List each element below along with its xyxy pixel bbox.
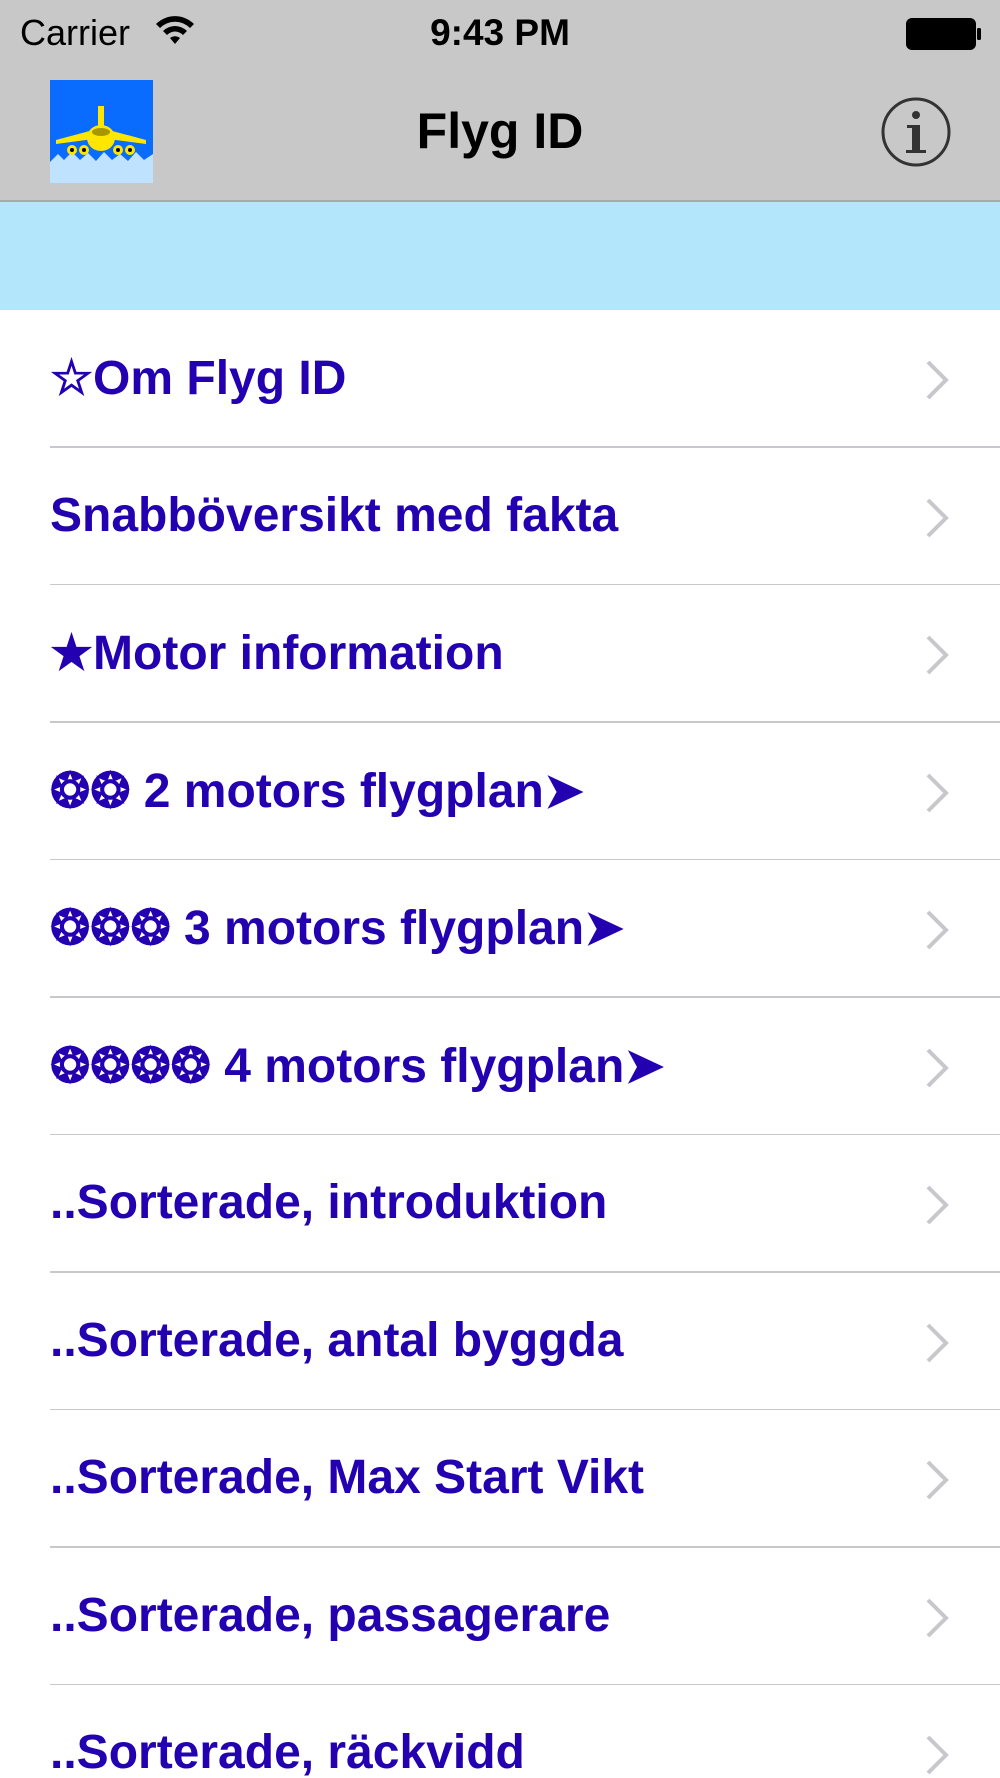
- menu-list: ☆Om Flyg ID Snabböversikt med fakta ★Mot…: [0, 310, 1000, 1778]
- navigation-bar: Flyg ID: [0, 70, 1000, 200]
- list-item-label: ❂❂ 2 motors flygplan➤: [50, 764, 585, 818]
- top-bar: Carrier 9:43 PM Flyg ID: [0, 0, 1000, 202]
- list-item-label: ..Sorterade, antal byggda: [50, 1313, 624, 1367]
- battery-icon: [906, 18, 981, 50]
- chevron-right-icon: [926, 360, 949, 400]
- list-item[interactable]: ☆Om Flyg ID: [0, 310, 1000, 448]
- list-item[interactable]: ..Sorterade, Max Start Vikt: [0, 1410, 1000, 1548]
- list-item[interactable]: ..Sorterade, introduktion: [0, 1135, 1000, 1273]
- status-time: 9:43 PM: [430, 12, 570, 53]
- chevron-right-icon: [926, 1185, 949, 1225]
- list-item-label: ❂❂❂❂ 4 motors flygplan➤: [50, 1039, 665, 1093]
- list-item-label: ❂❂❂ 3 motors flygplan➤: [50, 902, 625, 955]
- chevron-right-icon: [926, 1048, 949, 1087]
- banner-area: [0, 202, 1000, 310]
- list-item-label: Snabböversikt med fakta: [50, 488, 619, 542]
- chevron-right-icon: [926, 910, 949, 950]
- chevron-right-icon: [926, 1735, 949, 1775]
- page-title: Flyg ID: [416, 103, 584, 159]
- list-item[interactable]: ❂❂ 2 motors flygplan➤: [0, 723, 1000, 860]
- chevron-right-icon: [926, 1323, 949, 1362]
- list-item-label: ..Sorterade, introduktion: [50, 1176, 608, 1229]
- list-item-label: ☆Om Flyg ID: [50, 352, 347, 405]
- list-item-label: ..Sorterade, passagerare: [50, 1588, 611, 1642]
- list-item[interactable]: ..Sorterade, antal byggda: [0, 1273, 1000, 1410]
- status-bar: Carrier 9:43 PM: [0, 0, 1000, 70]
- list-item[interactable]: Snabböversikt med fakta: [0, 448, 1000, 585]
- list-item[interactable]: ❂❂❂❂ 4 motors flygplan➤: [0, 998, 1000, 1135]
- chevron-right-icon: [926, 773, 949, 812]
- list-item[interactable]: ..Sorterade, räckvidd: [0, 1685, 1000, 1778]
- list-item-label: ..Sorterade, räckvidd: [50, 1726, 525, 1778]
- list-item[interactable]: ★Motor information: [0, 585, 1000, 723]
- chevron-right-icon: [926, 1598, 949, 1637]
- list-item-label: ..Sorterade, Max Start Vikt: [50, 1451, 644, 1504]
- list-item-label: ★Motor information: [50, 627, 504, 680]
- chevron-right-icon: [926, 635, 949, 675]
- chevron-right-icon: [926, 498, 949, 537]
- app-screen: Carrier 9:43 PM Flyg ID ☆Om Flyg ID Snab…: [0, 0, 1000, 1778]
- chevron-right-icon: [926, 1460, 949, 1500]
- list-item[interactable]: ..Sorterade, passagerare: [0, 1548, 1000, 1685]
- list-item[interactable]: ❂❂❂ 3 motors flygplan➤: [0, 860, 1000, 998]
- info-icon[interactable]: [880, 96, 952, 168]
